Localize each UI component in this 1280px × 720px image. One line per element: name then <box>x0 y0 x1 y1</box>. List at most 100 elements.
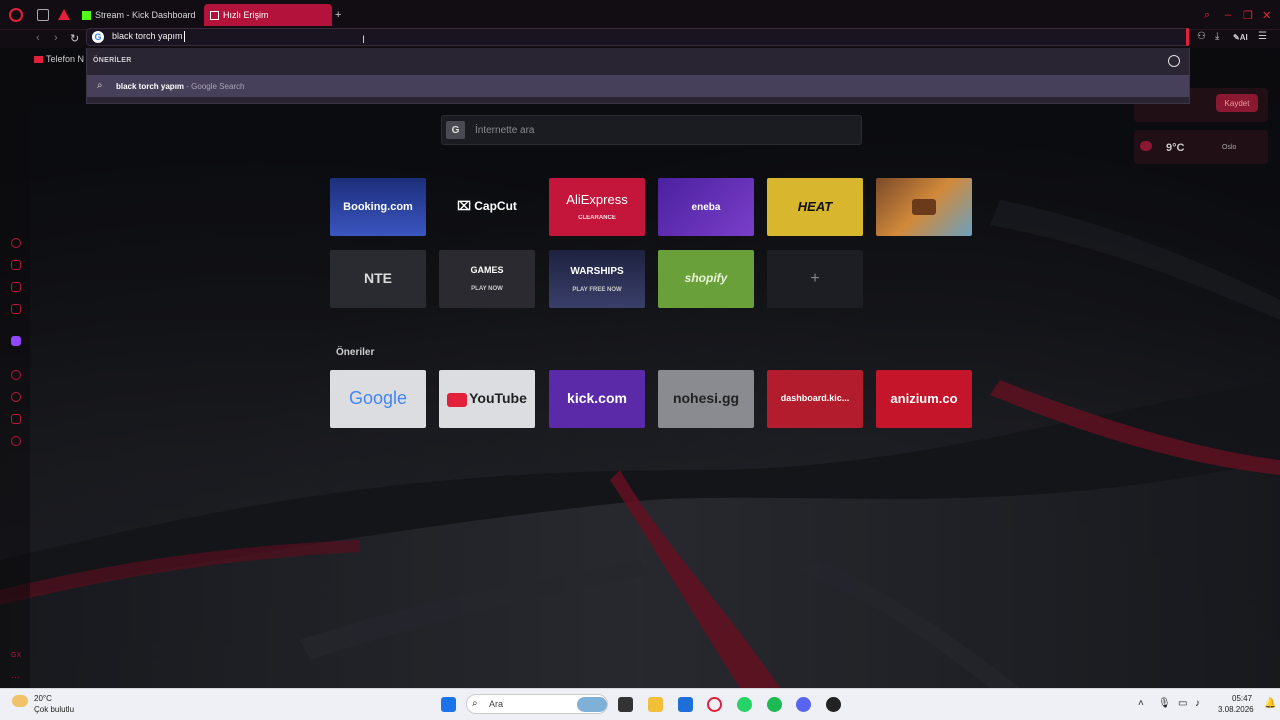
task-view-icon[interactable] <box>618 697 633 712</box>
microphone-icon[interactable]: 🎙 <box>1158 698 1171 709</box>
taskbar-weather-temp[interactable]: 20°C <box>34 694 52 703</box>
bookmark-item[interactable]: Telefon N <box>34 54 84 64</box>
tile-label: NTE <box>364 270 392 287</box>
suggestion-dashboard-kick[interactable]: dashboard.kic... <box>767 370 863 428</box>
tab-kick-dashboard[interactable]: Stream - Kick Dashboard <box>76 4 202 26</box>
sidebar-gmail-icon[interactable] <box>11 304 21 314</box>
suggestion-anizium[interactable]: anizium.co <box>876 370 972 428</box>
tab-speed-dial[interactable]: Hızlı Erişim <box>204 4 332 26</box>
speed-dial-game[interactable] <box>876 178 972 236</box>
tile-label-text: CapCut <box>474 199 517 214</box>
speed-dial-eneba[interactable]: eneba <box>658 178 754 236</box>
sidebar-history-icon[interactable] <box>11 392 21 402</box>
text-caret <box>184 31 185 42</box>
smiley-icon[interactable] <box>1168 55 1180 67</box>
gx-corner-icon[interactable] <box>58 9 70 20</box>
app-icon[interactable] <box>826 697 841 712</box>
menu-icon[interactable]: ☰ <box>1258 31 1267 42</box>
speed-dial-shopify[interactable]: shopify <box>658 250 754 308</box>
speed-dial-heat[interactable]: HEAT <box>767 178 863 236</box>
taskbar-search-placeholder: Ara <box>489 699 504 709</box>
tile-label-text: YouTube <box>469 390 527 407</box>
cloud-icon <box>1140 141 1152 151</box>
chevron-up-icon[interactable]: ˄ <box>1138 698 1144 709</box>
start-icon[interactable] <box>441 697 456 712</box>
suggestion-google[interactable]: Google <box>330 370 426 428</box>
tile-label: shopify <box>684 271 728 286</box>
kick-icon <box>82 10 91 20</box>
gmail-icon <box>34 56 43 64</box>
address-bar-accent <box>1186 28 1189 46</box>
speed-dial-games[interactable]: GAMES PLAY NOW <box>439 250 535 308</box>
grid-icon <box>210 10 219 20</box>
speed-dial-warships[interactable]: WARSHIPS PLAY FREE NOW <box>549 250 645 308</box>
speed-dial-booking[interactable]: Booking.com <box>330 178 426 236</box>
whatsapp-icon[interactable] <box>737 697 752 712</box>
tile-sublabel: PLAY FREE NOW <box>572 286 622 293</box>
sidebar-ai-icon[interactable] <box>11 238 21 248</box>
sidebar <box>0 48 30 688</box>
tile-label: GAMES <box>470 265 504 276</box>
search-tabs-icon[interactable]: ⌕ <box>1204 9 1210 22</box>
minimize-button[interactable]: – <box>1225 9 1231 21</box>
sidebar-twitch-icon[interactable] <box>11 336 21 346</box>
weather-cloud-icon[interactable] <box>12 695 28 707</box>
save-button[interactable]: Kaydet <box>1216 94 1258 112</box>
spotify-icon[interactable] <box>767 697 782 712</box>
address-input[interactable]: black torch yapım <box>112 31 183 41</box>
tile-label: AliExpress <box>566 191 628 207</box>
bookmark-label: Telefon N <box>46 54 85 64</box>
google-icon: G <box>92 31 104 43</box>
suggestion-query: black torch yapım <box>116 82 185 91</box>
network-icon[interactable]: ▭ <box>1178 698 1187 709</box>
taskbar <box>0 688 1280 720</box>
account-icon[interactable]: ⚇ <box>1197 31 1206 42</box>
sidebar-gx-icon[interactable]: GX <box>11 652 21 659</box>
discord-icon[interactable] <box>796 697 811 712</box>
clock-date[interactable]: 3.08.2026 <box>1218 705 1254 714</box>
speed-dial-nte[interactable]: NTE <box>330 250 426 308</box>
workspaces-icon[interactable] <box>37 9 49 21</box>
clock-time[interactable]: 05:47 <box>1232 694 1252 703</box>
add-speed-dial-button[interactable]: + <box>767 250 863 308</box>
suggestion-kick[interactable]: kick.com <box>549 370 645 428</box>
speed-dial-capcut[interactable]: ⌧ CapCut <box>439 178 535 236</box>
suggestion-nohesi[interactable]: nohesi.gg <box>658 370 754 428</box>
suggestion-row[interactable] <box>87 75 1189 97</box>
notification-icon[interactable]: 🔔 <box>1264 698 1276 709</box>
address-bar[interactable] <box>86 28 1190 46</box>
game-logo-icon <box>912 199 936 215</box>
new-tab-button[interactable]: + <box>335 9 341 21</box>
plus-icon: + <box>810 270 820 288</box>
maximize-button[interactable]: ❐ <box>1243 9 1253 22</box>
mouse-cursor-icon: I <box>362 34 366 46</box>
download-icon[interactable]: ⤓ <box>1215 31 1219 42</box>
store-icon[interactable] <box>678 697 693 712</box>
sidebar-more-icon[interactable]: ··· <box>11 672 20 682</box>
tile-label: anizium.co <box>890 390 958 406</box>
ai-icon[interactable]: ✎AI <box>1233 33 1248 42</box>
file-explorer-icon[interactable] <box>648 697 663 712</box>
close-button[interactable]: ✕ <box>1262 9 1271 22</box>
suggestion-text[interactable]: black torch yapım - Google Search <box>116 82 245 91</box>
forward-icon[interactable]: › <box>54 32 58 44</box>
tile-label: ⌧ CapCut <box>457 200 517 213</box>
suggestion-youtube[interactable]: YouTube <box>439 370 535 428</box>
back-icon[interactable]: ‹ <box>36 32 40 44</box>
opera-gx-taskbar-icon[interactable] <box>707 697 722 712</box>
sidebar-pinboard-icon[interactable] <box>11 414 21 424</box>
volume-icon[interactable]: ♪ <box>1195 698 1200 709</box>
search-highlight-icon[interactable] <box>577 697 607 712</box>
opera-logo-icon[interactable] <box>9 8 23 22</box>
taskbar-weather-desc[interactable]: Çok bulutlu <box>34 705 74 714</box>
weather-city: Oslo <box>1222 144 1237 151</box>
sidebar-player-icon[interactable] <box>11 370 21 380</box>
sidebar-settings-icon[interactable] <box>11 436 21 446</box>
speed-dial-aliexpress[interactable]: AliExpress CLEARANCE <box>549 178 645 236</box>
sidebar-twitch-tracker-icon[interactable] <box>11 282 21 292</box>
capcut-icon: ⌧ <box>457 199 475 214</box>
reload-icon[interactable]: ↻ <box>70 32 79 45</box>
tile-label: Google <box>348 388 408 409</box>
tile-label: eneba <box>691 201 721 213</box>
sidebar-bag-icon[interactable] <box>11 260 21 270</box>
